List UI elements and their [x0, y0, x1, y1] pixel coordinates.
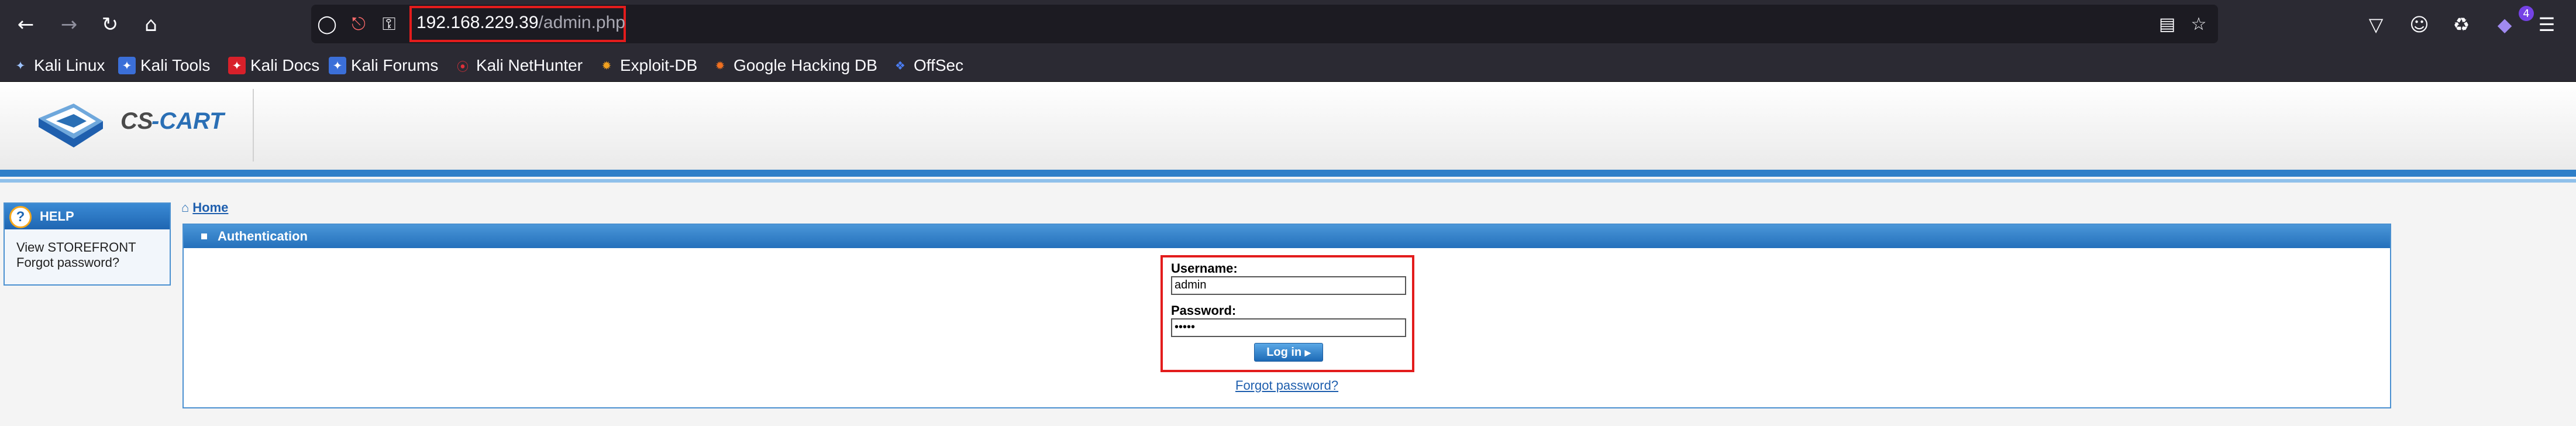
forward-button[interactable]: → [53, 8, 85, 41]
help-forgot-password-link[interactable]: Forgot password? [5, 255, 170, 270]
bookmark-star-icon[interactable]: ☆ [2185, 11, 2212, 37]
help-box: ? HELP View STOREFRONT Forgot password? [4, 202, 171, 286]
bookmark-label: Kali Docs [250, 56, 320, 74]
bookmarks-bar: ✦ Kali Linux ✦ Kali Tools ✦ Kali Docs ✦ Kali… [0, 49, 2576, 82]
bookmark-label: Google Hacking DB [733, 56, 877, 74]
reader-view-icon[interactable]: ▤ [2154, 11, 2181, 37]
home-icon: ⌂ [181, 200, 190, 215]
browser-toolbar: ← → ↻ ⌂ ◯ ⎋ ⚿ 192.168.229.39/admin.php ▤… [0, 0, 2576, 49]
breadcrumb: ⌂ Home [181, 200, 228, 215]
header-stripe-light [0, 179, 2576, 183]
bookmark-offsec[interactable]: ❖ OffSec [891, 54, 963, 77]
page-content: CS -CART ? HELP View STOREFRONT Forgot p… [0, 82, 2576, 426]
help-title-text: HELP [40, 209, 74, 224]
view-storefront-link[interactable]: View STOREFRONT [5, 240, 170, 255]
kali-docs-icon: ✦ [228, 57, 246, 74]
username-input[interactable]: admin [1171, 276, 1406, 295]
bookmark-label: Kali Tools [140, 56, 211, 74]
bookmark-kali-tools[interactable]: ✦ Kali Tools [118, 54, 210, 77]
svg-text:CS: CS [120, 108, 153, 134]
bookmark-kali-forums[interactable]: ✦ Kali Forums [329, 54, 438, 77]
account-icon[interactable]: ☺ [2403, 8, 2436, 41]
pocket-icon[interactable]: ▽ [2360, 8, 2392, 41]
exploit-db-icon: ✹ [601, 59, 612, 73]
bookmark-exploit-db[interactable]: ✹ Exploit-DB [598, 54, 698, 77]
menu-icon[interactable]: ☰ [2530, 8, 2563, 41]
forgot-password-link[interactable]: Forgot password? [1235, 378, 1338, 393]
bookmark-label: Kali NetHunter [476, 56, 583, 74]
bookmark-label: Kali Forums [351, 56, 439, 74]
help-title: ? HELP [5, 204, 170, 229]
insecure-lock-icon[interactable]: ⎋ [345, 11, 372, 37]
login-form: Username: admin Password: ••••• Log in ▸ [1160, 255, 1414, 372]
panel-header: Authentication [184, 225, 2390, 248]
login-button-label: Log in [1266, 345, 1302, 359]
password-label: Password: [1171, 303, 1237, 318]
panel-title: Authentication [218, 229, 308, 243]
bookmark-label: Kali Linux [34, 56, 105, 74]
reload-button[interactable]: ↻ [94, 8, 126, 41]
bookmark-kali-docs[interactable]: ✦ Kali Docs [228, 54, 319, 77]
url-text[interactable]: 192.168.229.39/admin.php [416, 13, 625, 33]
bookmark-kali-linux[interactable]: ✦ Kali Linux [12, 54, 105, 77]
svg-text:-CART: -CART [151, 108, 226, 134]
header-divider [253, 89, 254, 162]
nethunter-icon: ⦿ [457, 60, 469, 74]
breadcrumb-home[interactable]: Home [192, 200, 228, 215]
site-header: CS -CART [0, 82, 2576, 170]
addon-icon[interactable]: ◆ [2488, 8, 2521, 41]
help-icon: ? [9, 206, 32, 228]
back-button[interactable]: ← [9, 8, 42, 41]
shield-icon[interactable]: ◯ [314, 11, 340, 37]
ghdb-icon: ✹ [715, 59, 725, 73]
password-input[interactable]: ••••• [1171, 318, 1406, 337]
home-button[interactable]: ⌂ [135, 8, 167, 41]
bookmark-kali-nethunter[interactable]: ⦿ Kali NetHunter [454, 54, 583, 77]
authentication-panel: Authentication Username: admin Password:… [182, 224, 2391, 408]
kali-forums-icon: ✦ [329, 57, 346, 74]
url-bar[interactable]: ◯ ⎋ ⚿ 192.168.229.39/admin.php ▤ ☆ [311, 5, 2218, 43]
kali-tools-icon: ✦ [118, 57, 136, 74]
offsec-icon: ❖ [895, 59, 905, 73]
bookmark-label: OffSec [914, 56, 964, 74]
cs-cart-logo[interactable]: CS -CART [33, 95, 226, 159]
bookmark-google-hacking-db[interactable]: ✹ Google Hacking DB [711, 54, 877, 77]
bullet-icon [201, 233, 207, 239]
username-label: Username: [1171, 261, 1238, 276]
bookmark-label: Exploit-DB [620, 56, 698, 74]
url-path: /admin.php [538, 13, 625, 32]
login-button[interactable]: Log in ▸ [1254, 343, 1323, 362]
url-host: 192.168.229.39 [416, 13, 539, 32]
extensions-icon[interactable]: ♻ [2445, 8, 2478, 41]
kali-dragon-icon: ✦ [15, 59, 26, 73]
header-stripe [0, 170, 2576, 177]
key-icon[interactable]: ⚿ [376, 11, 402, 37]
